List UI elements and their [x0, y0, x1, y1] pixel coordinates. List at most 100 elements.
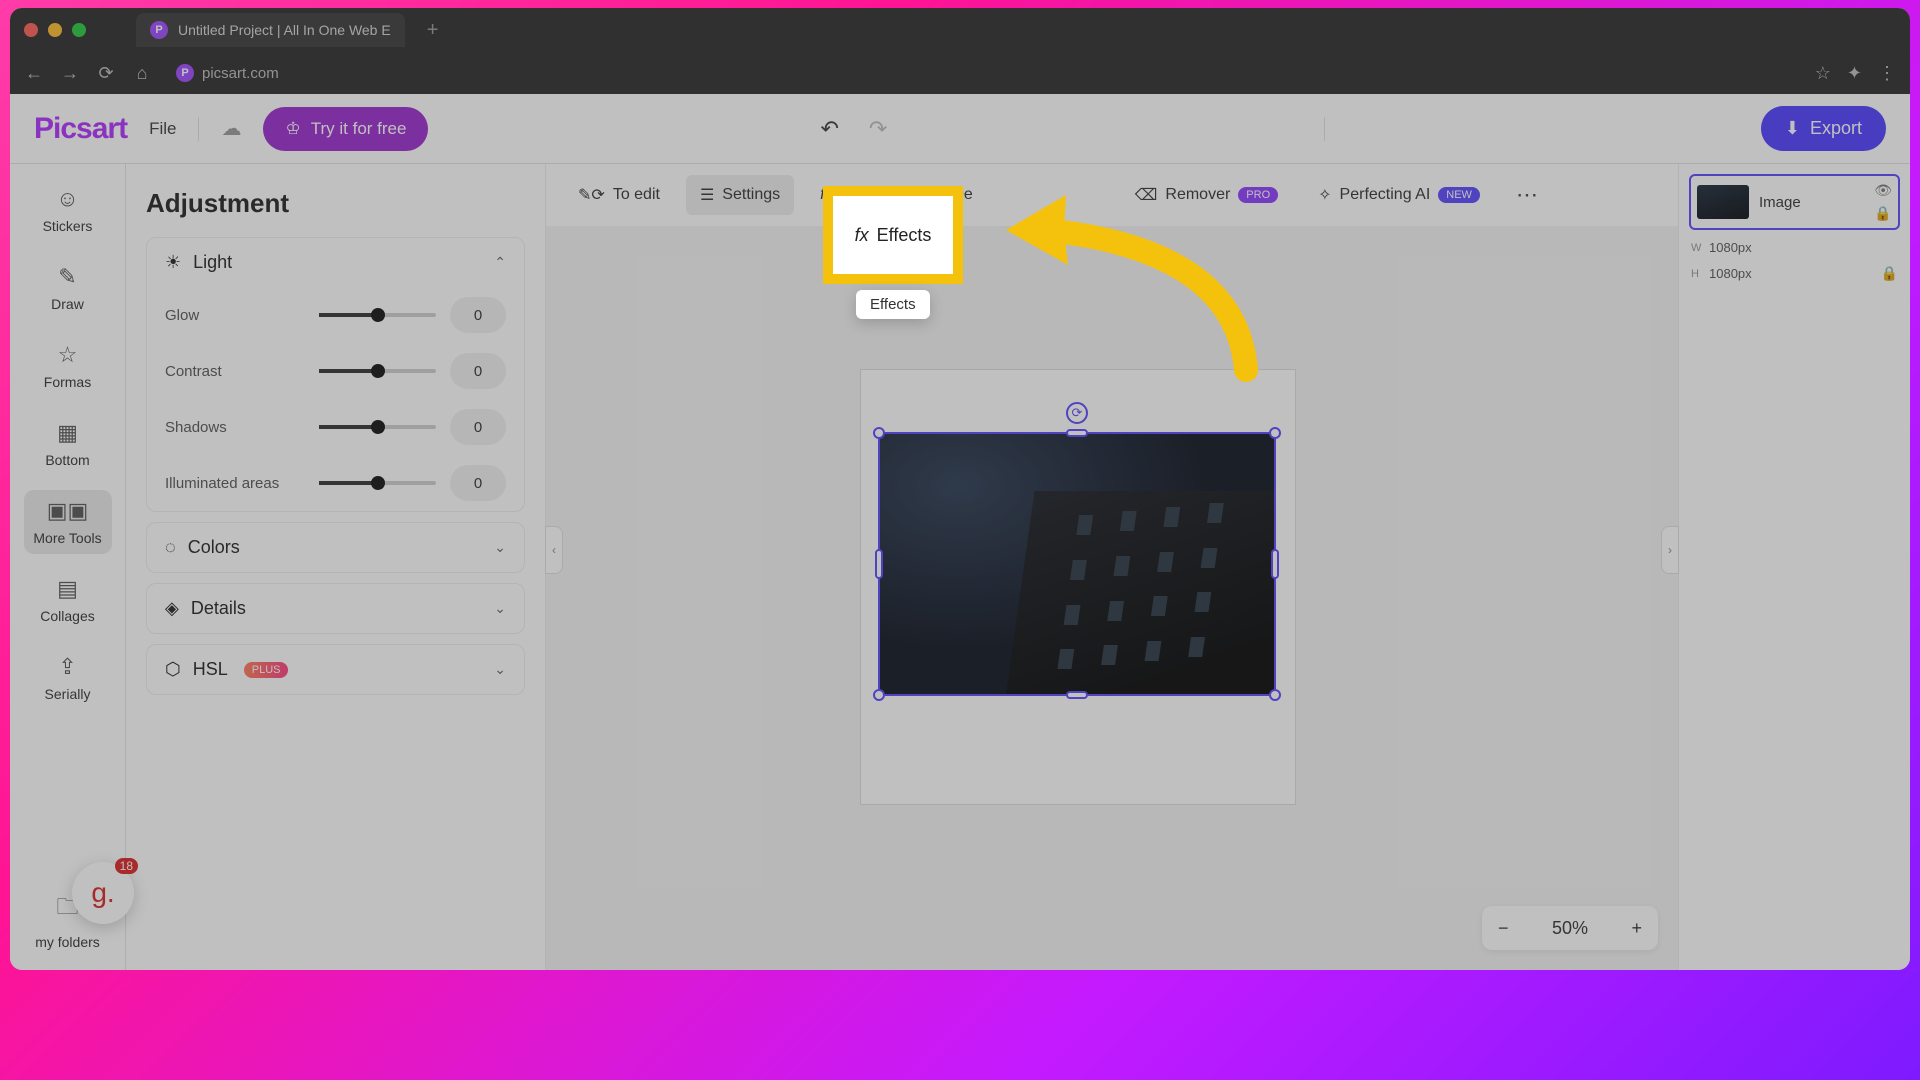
rail-formas[interactable]: ☆ Formas [24, 334, 112, 398]
section-label: Light [193, 252, 232, 273]
slider-value[interactable]: 0 [450, 353, 506, 389]
slider-track[interactable] [319, 369, 436, 373]
rail-draw[interactable]: ✎ Draw [24, 256, 112, 320]
slider-knob[interactable] [371, 364, 385, 378]
new-tab-button[interactable]: + [415, 19, 451, 42]
fx-icon: fx [820, 186, 832, 204]
undo-button[interactable]: ↶ [820, 116, 838, 142]
export-button[interactable]: ⬇ Export [1761, 106, 1886, 151]
browser-tab[interactable]: P Untitled Project | All In One Web E [136, 13, 405, 47]
window-maximize-icon[interactable] [72, 23, 86, 37]
export-label: Export [1810, 118, 1862, 139]
sparkle-icon: ✧ [1318, 185, 1331, 205]
cloud-sync-icon[interactable]: ☁ [221, 116, 241, 141]
rail-serially[interactable]: ⇪ Serially [24, 646, 112, 710]
browser-menu-icon[interactable]: ⋮ [1878, 63, 1896, 84]
notification-badge: 18 [115, 858, 138, 874]
zoom-value[interactable]: 50% [1552, 918, 1588, 939]
slider-track[interactable] [319, 313, 436, 317]
slider-label: Contrast [165, 363, 305, 380]
resize-handle-top[interactable] [1066, 429, 1088, 437]
star-icon: ☆ [58, 342, 78, 368]
diamond-icon: ◈ [165, 598, 179, 619]
resize-handle-tr[interactable] [1269, 427, 1281, 439]
tool-label: Remover [1165, 186, 1230, 204]
nav-back-icon[interactable]: ← [24, 63, 44, 84]
slider-knob[interactable] [371, 476, 385, 490]
bookmark-icon[interactable]: ☆ [1815, 63, 1831, 84]
tool-effects[interactable]: fx Effects [806, 176, 903, 214]
eraser-icon: ⌫ [1135, 185, 1158, 205]
lock-icon[interactable]: 🔒 [1881, 265, 1898, 282]
redo-button[interactable]: ↷ [869, 116, 887, 142]
resize-handle-left[interactable] [875, 549, 883, 579]
zoom-out-button[interactable]: − [1498, 918, 1509, 939]
assistant-bubble[interactable]: g. 18 [72, 862, 134, 924]
slider-track[interactable] [319, 481, 436, 485]
artboard[interactable]: ⟳ [861, 370, 1295, 804]
section-hsl[interactable]: ⬡ HSL PLUS ⌄ [146, 644, 525, 695]
slider-knob[interactable] [371, 308, 385, 322]
rail-label: Formas [44, 374, 91, 390]
grid-icon: ▣▣ [47, 498, 89, 524]
tool-label: Effects [841, 186, 890, 204]
brand-logo[interactable]: Picsart [34, 112, 127, 146]
tool-to-edit[interactable]: ✎⟳ To edit [564, 175, 674, 215]
url-field[interactable]: P picsart.com [176, 64, 1799, 82]
lock-icon[interactable]: 🔒 [1874, 205, 1892, 222]
section-details[interactable]: ◈ Details ⌄ [146, 583, 525, 634]
slider-track[interactable] [319, 425, 436, 429]
canvas-image[interactable] [880, 434, 1274, 694]
new-badge: NEW [1438, 187, 1480, 203]
more-tools-icon[interactable]: ⋯ [1506, 182, 1548, 208]
rail-bottom[interactable]: ▦ Bottom [24, 412, 112, 476]
titlebar: P Untitled Project | All In One Web E + [10, 8, 1910, 52]
rail-stickers[interactable]: ☺ Stickers [24, 178, 112, 242]
extensions-icon[interactable]: ✦ [1847, 63, 1862, 84]
nav-reload-icon[interactable]: ⟳ [96, 63, 116, 84]
rail-more-tools[interactable]: ▣▣ More Tools [24, 490, 112, 554]
resize-handle-tl[interactable] [873, 427, 885, 439]
slider-value[interactable]: 0 [450, 409, 506, 445]
collapse-left-panel[interactable]: ‹ [545, 526, 563, 574]
tool-de[interactable]: ▧ De [915, 175, 987, 215]
stickers-icon: ☺ [56, 186, 78, 212]
tool-settings[interactable]: ☰ Settings [686, 175, 794, 215]
window-close-icon[interactable] [24, 23, 38, 37]
section-colors[interactable]: ◌ Colors ⌄ [146, 522, 525, 573]
resize-handle-bottom[interactable] [1066, 691, 1088, 699]
chevron-down-icon: ⌄ [494, 600, 506, 617]
visibility-icon[interactable]: 👁 [1874, 182, 1892, 199]
slider-illuminated: Illuminated areas 0 [147, 455, 524, 511]
rotate-handle[interactable]: ⟳ [1066, 402, 1088, 424]
slider-value[interactable]: 0 [450, 297, 506, 333]
slider-value[interactable]: 0 [450, 465, 506, 501]
resize-handle-br[interactable] [1269, 689, 1281, 701]
rail-label: Collages [40, 608, 94, 624]
canvas[interactable]: ‹ › ⟳ [546, 226, 1678, 970]
slider-knob[interactable] [371, 420, 385, 434]
share-icon: ⇪ [58, 654, 76, 680]
tool-label: De [952, 186, 972, 204]
resize-handle-bl[interactable] [873, 689, 885, 701]
collapse-right-panel[interactable]: › [1661, 526, 1679, 574]
try-free-button[interactable]: ♔ Try it for free [263, 107, 428, 151]
chevron-down-icon: ⌄ [494, 539, 506, 556]
edit-icon: ✎⟳ [578, 185, 605, 205]
tool-label: To edit [613, 186, 660, 204]
dimension-height: H 1080px 🔒 [1691, 265, 1898, 282]
tool-remover[interactable]: ⌫ Remover PRO [1121, 175, 1292, 215]
resize-handle-right[interactable] [1271, 549, 1279, 579]
rail-collages[interactable]: ▤ Collages [24, 568, 112, 632]
file-menu[interactable]: File [149, 119, 176, 139]
selection-frame[interactable]: ⟳ [878, 432, 1276, 696]
zoom-in-button[interactable]: + [1631, 918, 1642, 939]
window-minimize-icon[interactable] [48, 23, 62, 37]
nav-home-icon[interactable]: ⌂ [132, 63, 152, 84]
brush-icon: ✎ [58, 264, 76, 290]
tool-perfecting-ai[interactable]: ✧ Perfecting AI NEW [1304, 175, 1494, 215]
nav-forward-icon[interactable]: → [60, 63, 80, 84]
crown-icon: ♔ [285, 119, 300, 139]
layer-item[interactable]: Image 👁 🔒 [1689, 174, 1900, 230]
section-light-header[interactable]: ☀ Light ⌃ [147, 238, 524, 287]
